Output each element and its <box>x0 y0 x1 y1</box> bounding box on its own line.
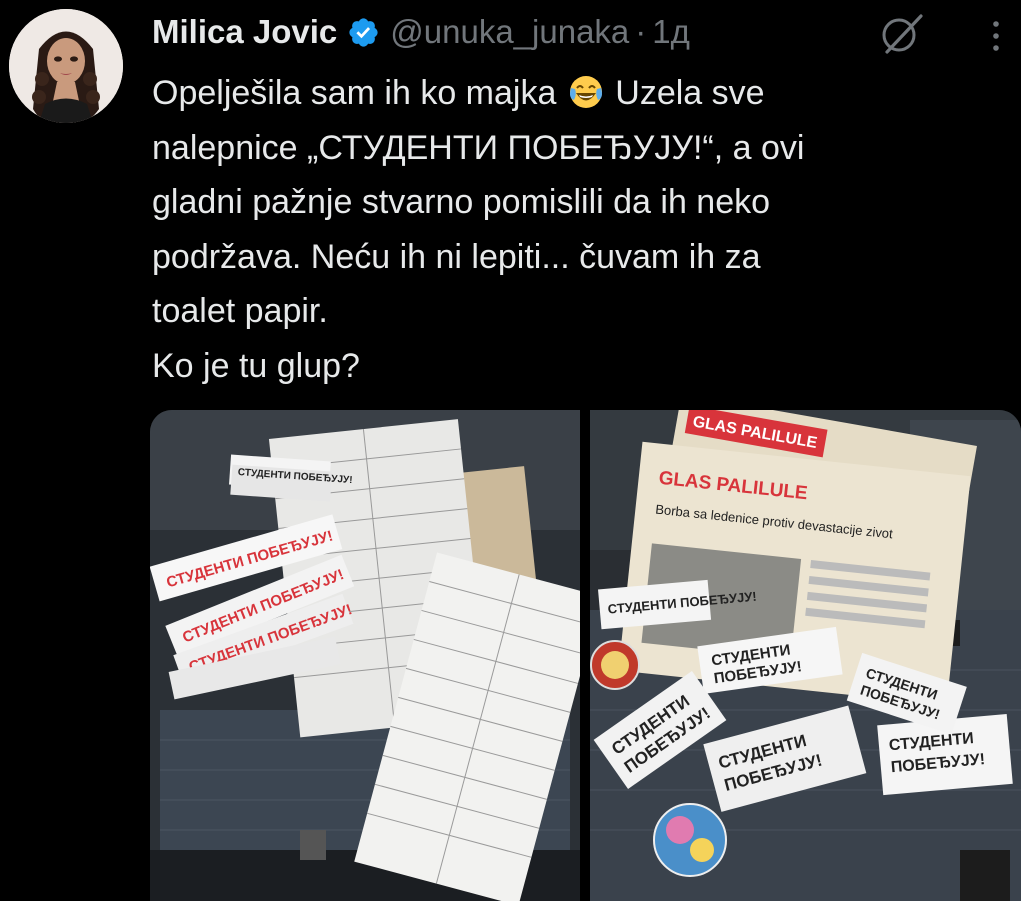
separator-dot: · <box>635 13 647 50</box>
photo-newspapers-stickers[interactable]: GLAS PALILULE GLAS PALILULE Borba sa led… <box>590 410 1021 901</box>
avatar-image <box>9 9 123 123</box>
author-name[interactable]: Milica Jovic <box>152 13 337 51</box>
photo-stickers-pile[interactable]: СТУДЕНТИ ПОБЕЂУЈУ! СТУДЕНТИ ПОБЕЂУЈУ! СТ… <box>150 410 580 901</box>
author-handle[interactable]: @unuka_junaka <box>390 13 629 51</box>
tweet-text: Opelješila sam ih ko majka Uzela sve nal… <box>152 66 992 394</box>
avatar[interactable] <box>9 9 123 123</box>
timestamp[interactable]: 1д <box>652 13 690 51</box>
face-with-tears-of-joy-icon <box>568 72 604 108</box>
media-grid: СТУДЕНТИ ПОБЕЂУЈУ! СТУДЕНТИ ПОБЕЂУЈУ! СТ… <box>150 410 1021 901</box>
verified-badge-icon[interactable] <box>347 16 380 49</box>
tweet-text-rest: nalepnice „СТУДЕНТИ ПОБЕЂУЈУ!“, a ovi gl… <box>152 128 805 385</box>
grok-icon[interactable] <box>877 14 927 54</box>
more-vertical-icon[interactable] <box>986 14 1006 54</box>
tweet-header: Milica Jovic @unuka_junaka · 1д <box>152 8 690 56</box>
tweet-text-part2: Uzela sve <box>605 74 765 112</box>
tweet-text-part1: Opelješila sam ih ko majka <box>152 74 566 112</box>
